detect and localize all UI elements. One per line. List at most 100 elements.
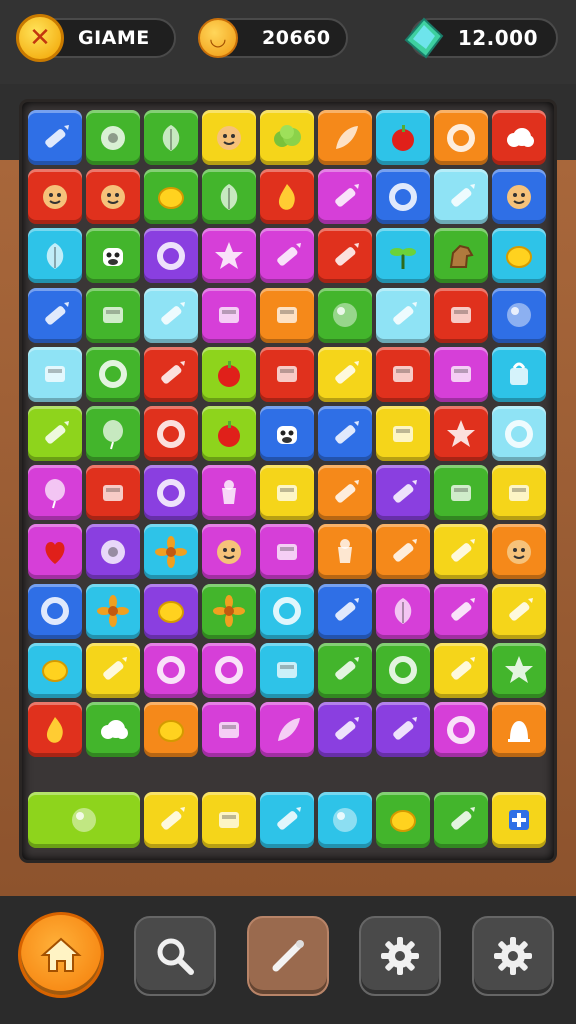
tile-box[interactable] [86, 287, 140, 343]
home-button[interactable] [18, 912, 104, 998]
tile-box[interactable] [86, 465, 140, 521]
tray-tile-orb[interactable] [28, 792, 140, 848]
tile-star[interactable] [492, 642, 546, 698]
tile-balloon[interactable] [86, 406, 140, 461]
tile-ring[interactable] [376, 642, 430, 698]
tile-crayon[interactable] [434, 169, 488, 225]
tile-lemon[interactable] [144, 702, 198, 757]
tile-feather[interactable] [318, 110, 372, 165]
tile-leaf[interactable] [202, 169, 256, 225]
tile-ring[interactable] [144, 228, 198, 284]
tile-crayon[interactable] [434, 642, 488, 698]
tile-bag[interactable] [492, 346, 546, 402]
tile-crayon[interactable] [318, 583, 372, 639]
tile-balloon[interactable] [28, 465, 82, 521]
tile-ring[interactable] [376, 169, 430, 225]
tray-tile-lemon[interactable] [376, 792, 430, 848]
tile-ring[interactable] [202, 642, 256, 698]
tile-box[interactable] [434, 287, 488, 343]
tile-box[interactable] [260, 465, 314, 521]
tile-cup[interactable] [202, 465, 256, 521]
tile-crayon[interactable] [144, 346, 198, 402]
tile-box[interactable] [260, 524, 314, 580]
tile-box[interactable] [434, 346, 488, 402]
tray-tile-crayon[interactable] [434, 792, 488, 848]
tile-box[interactable] [202, 287, 256, 343]
tile-cow[interactable] [86, 228, 140, 284]
tile-box[interactable] [492, 465, 546, 521]
tile-box[interactable] [434, 465, 488, 521]
tile-bush[interactable] [260, 110, 314, 165]
tile-ring[interactable] [144, 465, 198, 521]
tile-box[interactable] [28, 346, 82, 402]
tile-lemon[interactable] [492, 228, 546, 284]
tile-flower[interactable] [86, 583, 140, 639]
tile-ring[interactable] [260, 583, 314, 639]
tile-crayon[interactable] [318, 465, 372, 521]
tile-leaf[interactable] [28, 228, 82, 284]
tile-apple[interactable] [202, 406, 256, 461]
tray-tile-crayon[interactable] [260, 792, 314, 848]
tray-tile-crayon[interactable] [144, 792, 198, 848]
tile-horse[interactable] [434, 228, 488, 284]
tile-ring[interactable] [144, 642, 198, 698]
tile-ring[interactable] [434, 702, 488, 757]
tile-cloud[interactable] [86, 702, 140, 757]
tile-face[interactable] [492, 169, 546, 225]
tile-star[interactable] [202, 228, 256, 284]
tile-leaf[interactable] [144, 110, 198, 165]
tile-box[interactable] [202, 702, 256, 757]
tile-donut[interactable] [86, 110, 140, 165]
tile-crayon[interactable] [86, 642, 140, 698]
tile-box[interactable] [376, 346, 430, 402]
tray-tile-plus[interactable] [492, 792, 546, 848]
tile-box[interactable] [260, 287, 314, 343]
tile-apple[interactable] [202, 346, 256, 402]
close-icon[interactable]: ✕ [16, 14, 64, 62]
tile-plant[interactable] [376, 228, 430, 284]
tile-ring[interactable] [28, 583, 82, 639]
tile-cup[interactable] [318, 524, 372, 580]
tile-crayon[interactable] [434, 524, 488, 580]
tile-crayon[interactable] [318, 702, 372, 757]
tile-lemon[interactable] [144, 169, 198, 225]
tile-box[interactable] [260, 346, 314, 402]
tile-crayon[interactable] [492, 583, 546, 639]
tile-crayon[interactable] [144, 287, 198, 343]
tile-flower[interactable] [202, 583, 256, 639]
tile-cow[interactable] [260, 406, 314, 461]
tile-crayon[interactable] [28, 110, 82, 165]
tile-ring[interactable] [434, 110, 488, 165]
tile-face[interactable] [86, 169, 140, 225]
tile-flame[interactable] [260, 169, 314, 225]
tile-flower[interactable] [144, 524, 198, 580]
tile-leaf[interactable] [376, 583, 430, 639]
tile-crayon[interactable] [28, 406, 82, 461]
tile-face[interactable] [28, 169, 82, 225]
tile-box[interactable] [376, 406, 430, 461]
tile-crayon[interactable] [318, 228, 372, 284]
tile-orb[interactable] [318, 287, 372, 343]
search-button[interactable] [134, 916, 216, 996]
tile-heart[interactable] [28, 524, 82, 580]
tile-ring[interactable] [144, 406, 198, 461]
tile-lemon[interactable] [144, 583, 198, 639]
tile-crayon[interactable] [376, 465, 430, 521]
tile-donut[interactable] [86, 524, 140, 580]
tile-bell[interactable] [492, 702, 546, 757]
tile-crayon[interactable] [434, 583, 488, 639]
tray-tile-orb[interactable] [318, 792, 372, 848]
tile-face[interactable] [202, 524, 256, 580]
tile-crayon[interactable] [318, 169, 372, 225]
tile-crayon[interactable] [376, 702, 430, 757]
tile-crayon[interactable] [318, 642, 372, 698]
tile-crayon[interactable] [376, 524, 430, 580]
gear-button[interactable] [359, 916, 441, 996]
tile-feather[interactable] [260, 702, 314, 757]
tile-star[interactable] [434, 406, 488, 461]
tile-lemon[interactable] [28, 642, 82, 698]
tile-cloud[interactable] [492, 110, 546, 165]
tile-ring[interactable] [492, 406, 546, 461]
tray-tile-box[interactable] [202, 792, 256, 848]
tile-face[interactable] [202, 110, 256, 165]
